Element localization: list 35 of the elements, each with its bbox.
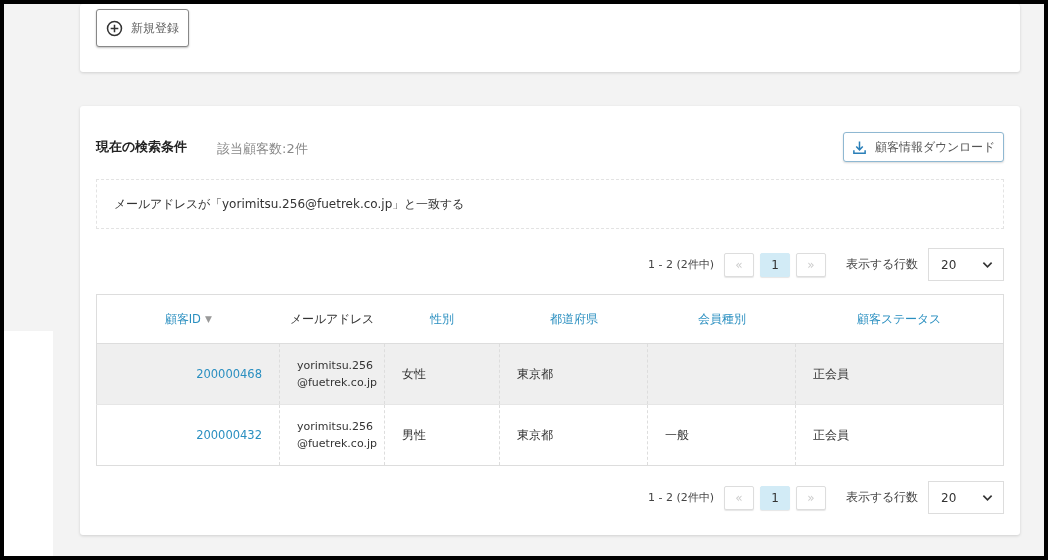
sort-link[interactable]: 顧客ステータス [857,311,942,327]
table-cell: yorimitsu.256@fuetrek.co.jp [297,358,377,389]
page-button[interactable]: 1 [760,485,790,510]
result-count: 該当顧客数:2件 [217,140,308,158]
download-button[interactable]: 顧客情報ダウンロード [843,132,1004,162]
rows-per-page-select[interactable]: 20 [928,248,1004,281]
table-cell: 女性 [402,366,426,381]
section-title: 現在の検索条件 [96,138,187,156]
sort-link[interactable]: 性別 [430,311,454,327]
table-cell: 正会員 [813,366,849,381]
page-button[interactable]: 1 [760,252,790,277]
sort-link[interactable]: 都道府県 [549,311,598,327]
customer-id-link[interactable]: 200000468 [196,367,262,381]
column-header: メールアドレス [290,311,374,327]
table-cell: 一般 [665,427,689,442]
table-cell: 男性 [402,427,426,442]
table-cell: 東京都 [517,366,553,381]
customer-id-link[interactable]: 200000432 [196,428,262,442]
page-range: 1 - 2 (2件中) [647,257,714,272]
download-icon [852,139,867,155]
rows-per-page-label: 表示する行数 [846,490,918,505]
sort-indicator: ▼ [204,314,212,324]
sort-link[interactable]: 会員種別 [697,311,746,327]
rows-per-page-select[interactable]: 20 [928,481,1004,514]
table-cell: 正会員 [813,427,849,442]
chevron-down-icon [982,260,993,269]
new-registration-button[interactable]: 新規登録 [96,9,189,47]
page-range: 1 - 2 (2件中) [647,490,714,505]
chevron-down-icon [982,493,993,502]
plus-circle-icon [106,19,123,37]
rows-per-page-label: 表示する行数 [846,257,918,272]
condition-text: メールアドレスが「yorimitsu.256@fuetrek.co.jp」と一致する [114,195,465,213]
table-cell: 東京都 [517,427,553,442]
sort-link[interactable]: 顧客ID [164,311,201,327]
table-cell: yorimitsu.256@fuetrek.co.jp [297,419,377,450]
